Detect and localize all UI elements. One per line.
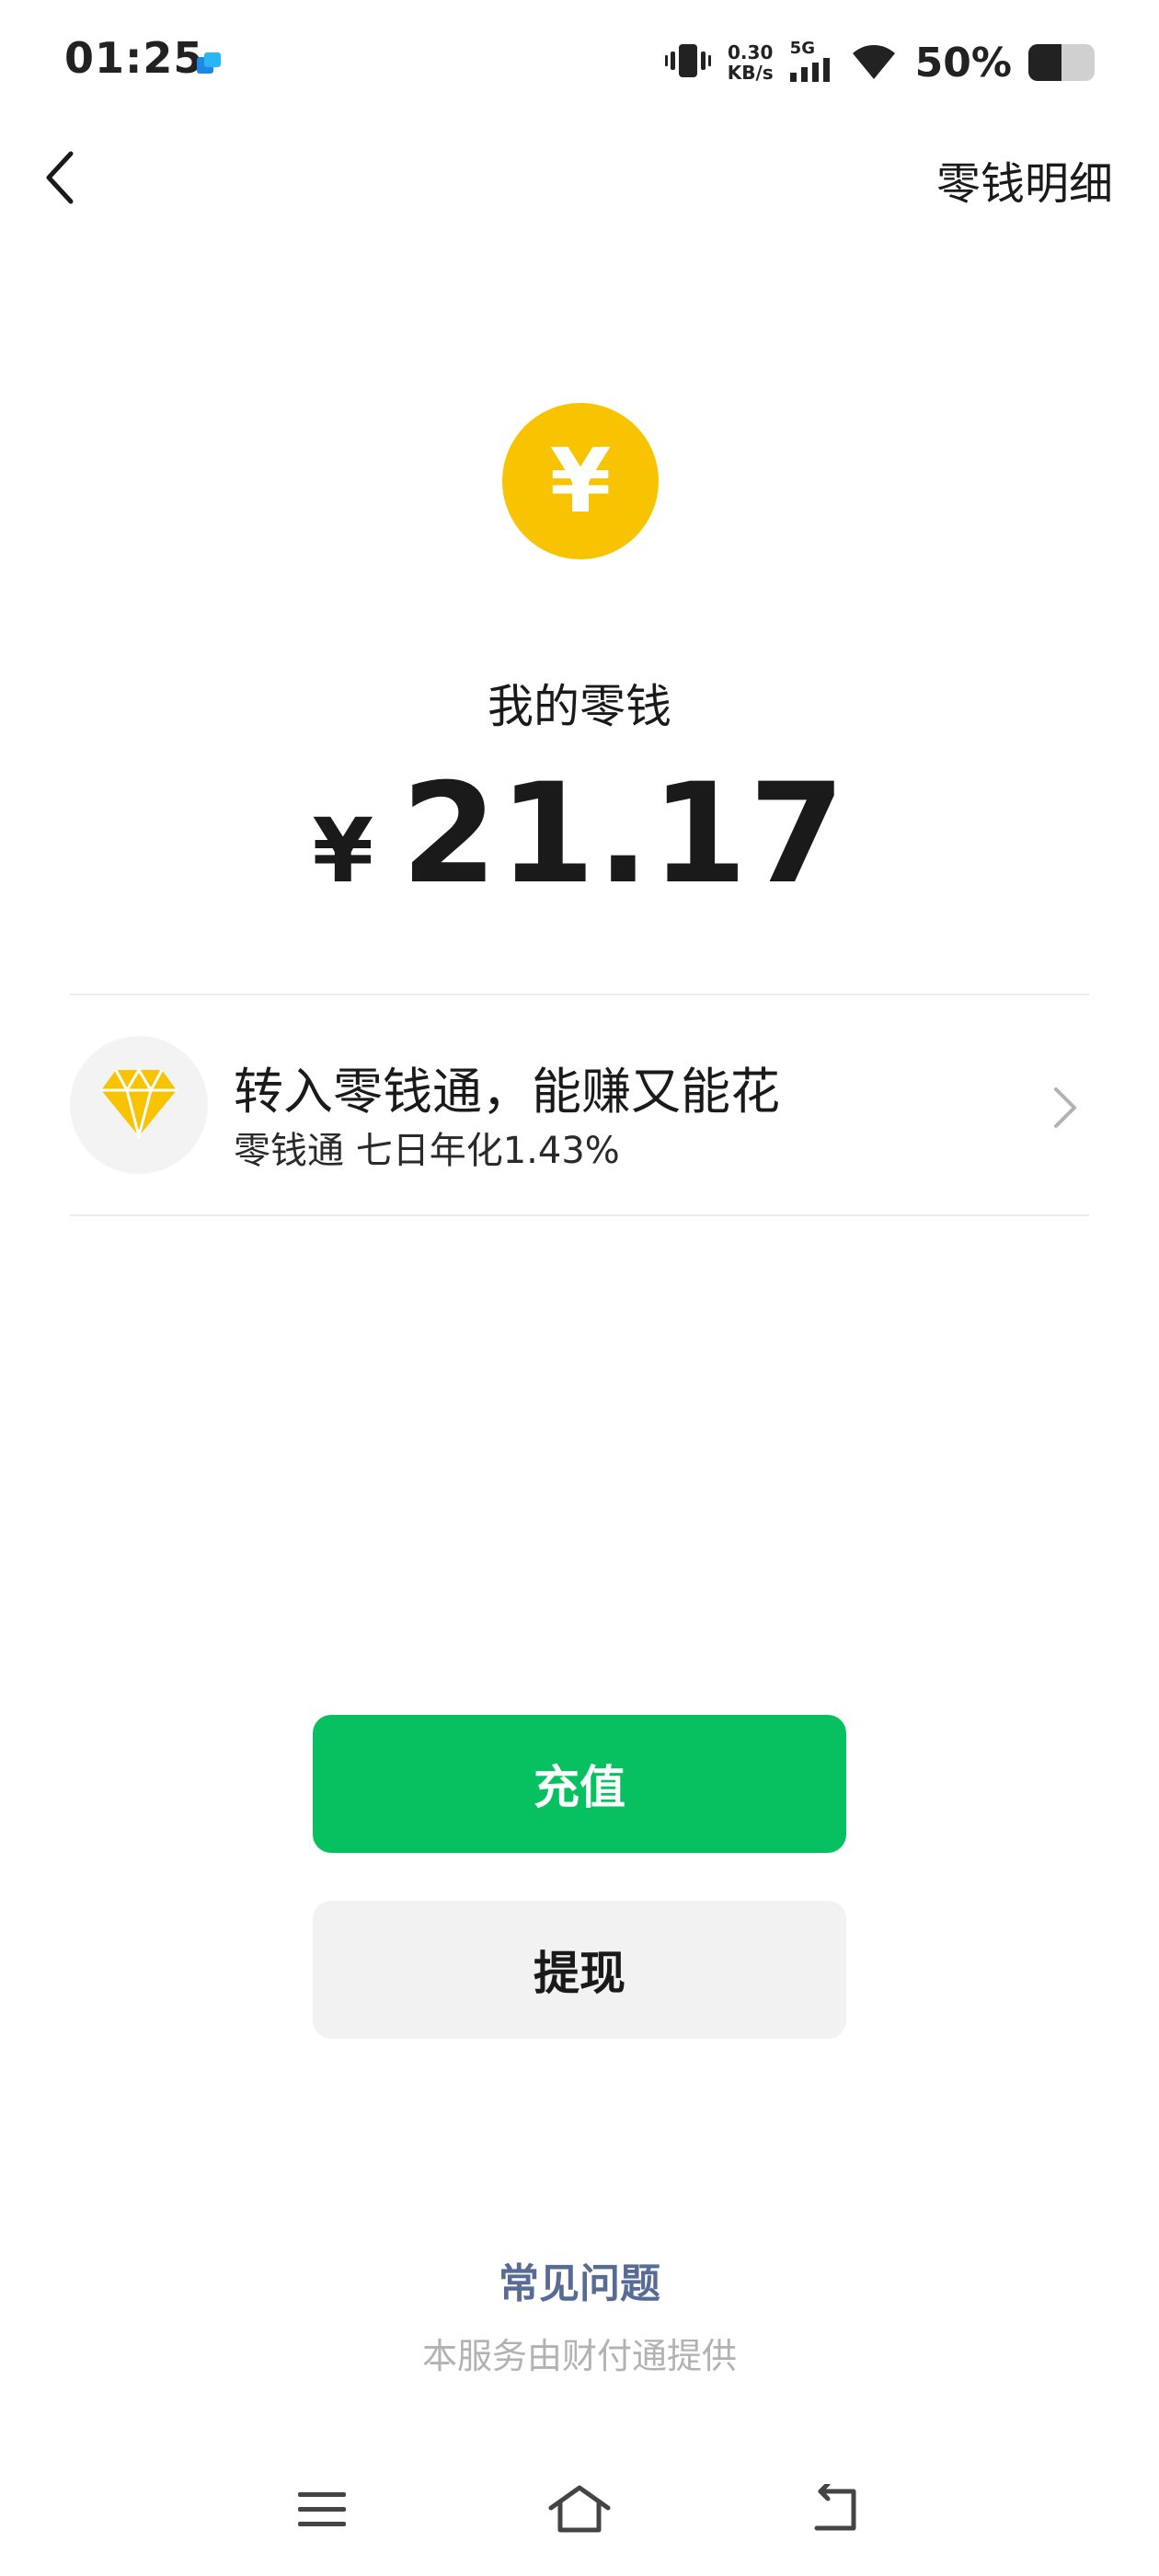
status-time: 01:25 [64,33,204,83]
currency-symbol: ¥ [312,799,374,903]
system-nav-bar [0,2466,1159,2558]
signal-indicator: 5G [789,39,832,86]
menu-icon [294,2487,350,2536]
faq-link[interactable]: 常见问题 [0,2250,1159,2309]
divider-bottom [70,1214,1089,1216]
home-icon [547,2484,612,2539]
battery-icon [1028,44,1095,81]
nav-home-button[interactable] [524,2466,635,2558]
nav-menu-button[interactable] [267,2466,377,2558]
change-detail-link[interactable]: 零钱明细 [936,147,1113,212]
network-type: 5G [789,39,815,58]
chevron-right-icon [1043,1080,1089,1135]
provider-note: 本服务由财付通提供 [421,2336,737,2376]
recharge-button[interactable]: 充值 [313,1715,846,1853]
network-speed-value: 0.30 [728,41,774,63]
chevron-left-icon [41,150,78,209]
app-notification-icon [195,50,223,77]
battery-percent: 50% [914,39,1012,86]
balance-amount-row: ¥ 21.17 [0,754,1159,914]
network-speed-unit: KB/s [727,62,774,84]
withdraw-button[interactable]: 提现 [313,1901,846,2039]
diamond-icon [99,1067,178,1142]
nav-back-button[interactable] [782,2466,892,2558]
promo-subtitle: 零钱通 七日年化1.43% [234,1130,620,1172]
promo-icon-circle [70,1036,208,1174]
yuan-symbol: ¥ [549,430,612,533]
network-speed: 0.30 KB/s [728,42,774,83]
status-icons: 0.30 KB/s 5G 50% [664,37,1095,88]
balance-label: 我的零钱 [488,680,671,733]
balance-amount: 21.17 [401,754,847,914]
battery-fill [1028,44,1061,81]
back-icon [808,2481,866,2539]
vibrate-icon [664,42,711,83]
coin-icon: ¥ [502,403,659,559]
promo-title: 转入零钱通，能赚又能花 [234,1063,780,1121]
signal-icon [789,58,832,86]
lingqiantong-promo[interactable]: 转入零钱通，能赚又能花 零钱通 七日年化1.43% [70,997,1089,1214]
divider-top [70,994,1089,995]
status-bar: 01:25 0.30 KB/s 5G 50% [0,0,1159,125]
back-button[interactable] [28,138,92,221]
wifi-icon [849,40,899,85]
